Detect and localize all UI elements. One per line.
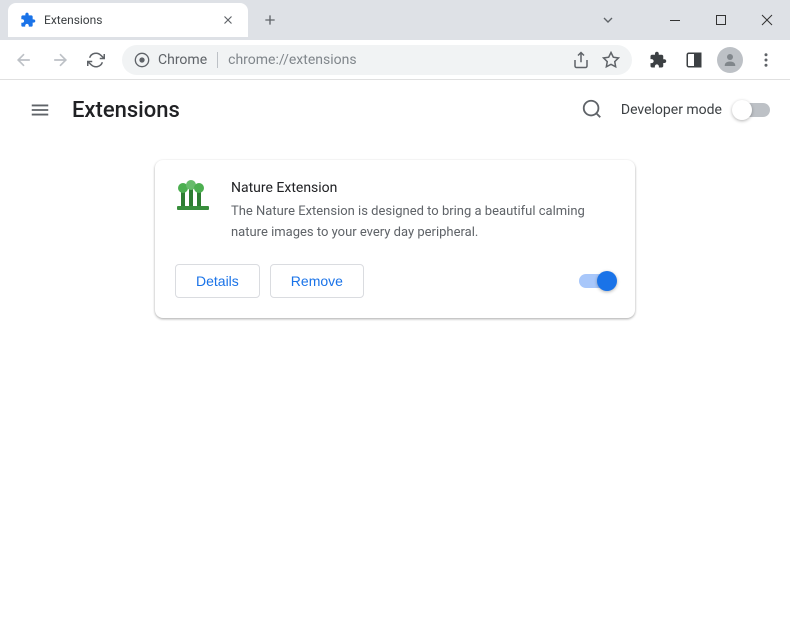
puzzle-icon	[20, 12, 36, 28]
back-button[interactable]	[8, 44, 40, 76]
extensions-list: Nature Extension The Nature Extension is…	[0, 140, 790, 338]
hamburger-menu-button[interactable]	[20, 90, 60, 130]
chevron-down-icon[interactable]	[584, 12, 632, 28]
close-tab-button[interactable]	[220, 12, 236, 28]
chrome-icon	[134, 52, 150, 68]
extension-card: Nature Extension The Nature Extension is…	[155, 160, 635, 318]
window-titlebar: Extensions	[0, 0, 790, 40]
profile-button[interactable]	[714, 44, 746, 76]
close-window-button[interactable]	[744, 4, 790, 36]
extensions-header: Extensions Developer mode	[0, 80, 790, 140]
tab-title: Extensions	[44, 13, 212, 27]
minimize-button[interactable]	[652, 4, 698, 36]
extensions-icon[interactable]	[642, 44, 674, 76]
browser-tab[interactable]: Extensions	[8, 3, 248, 37]
reload-button[interactable]	[80, 44, 112, 76]
bookmark-icon[interactable]	[602, 51, 620, 69]
share-icon[interactable]	[572, 51, 590, 69]
kebab-menu-icon[interactable]	[750, 44, 782, 76]
sidepanel-icon[interactable]	[678, 44, 710, 76]
extension-icon	[175, 180, 211, 216]
address-bar[interactable]: Chrome chrome://extensions	[122, 45, 632, 75]
forward-button[interactable]	[44, 44, 76, 76]
new-tab-button[interactable]	[256, 6, 284, 34]
page-title: Extensions	[72, 98, 180, 123]
maximize-button[interactable]	[698, 4, 744, 36]
developer-mode-toggle[interactable]	[734, 103, 770, 117]
developer-mode-label: Developer mode	[621, 102, 722, 118]
avatar-icon	[717, 47, 743, 73]
extension-description: The Nature Extension is designed to brin…	[231, 202, 615, 244]
remove-button[interactable]: Remove	[270, 264, 364, 298]
details-button[interactable]: Details	[175, 264, 260, 298]
address-url: chrome://extensions	[228, 52, 356, 68]
developer-mode-control: Developer mode	[621, 102, 770, 118]
extension-name: Nature Extension	[231, 180, 615, 196]
search-button[interactable]	[581, 98, 605, 122]
extension-enable-toggle[interactable]	[579, 274, 615, 288]
window-controls	[584, 4, 790, 36]
browser-toolbar: Chrome chrome://extensions	[0, 40, 790, 80]
address-prefix: Chrome	[158, 52, 218, 68]
